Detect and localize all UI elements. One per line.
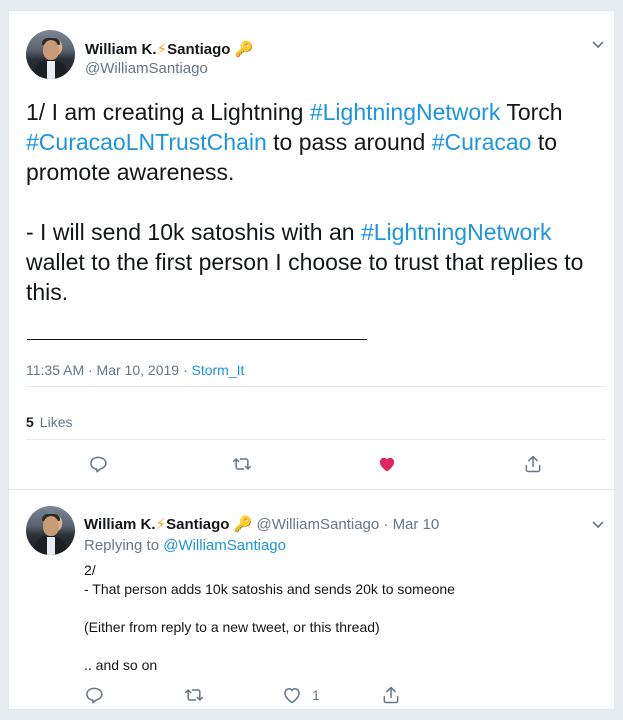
- retweet-icon: [184, 689, 204, 701]
- key-emoji-icon: 🔑: [234, 41, 254, 58]
- avatar[interactable]: [26, 506, 75, 555]
- key-emoji-icon: 🔑: [233, 516, 253, 533]
- divider: [26, 439, 606, 440]
- heart-icon: [379, 457, 395, 472]
- hashtag-link[interactable]: #LightningNetwork: [310, 99, 501, 125]
- retweet-button[interactable]: [183, 684, 205, 706]
- reply-text: 2/ - That person adds 10k satoshis and s…: [84, 562, 455, 673]
- divider: [26, 386, 606, 387]
- share-button[interactable]: [522, 453, 544, 475]
- source-app-link[interactable]: Storm_It: [192, 362, 245, 378]
- replying-to-link[interactable]: @WilliamSantiago: [163, 537, 286, 554]
- share-button[interactable]: [380, 684, 402, 706]
- hashtag-link[interactable]: #LightningNetwork: [361, 219, 552, 245]
- reply-handle-date[interactable]: @WilliamSantiago · Mar 10: [252, 516, 439, 533]
- hashtag-link[interactable]: #Curacao: [432, 129, 532, 155]
- chevron-down-icon[interactable]: [591, 37, 605, 51]
- likes-count[interactable]: 5 Likes: [26, 414, 72, 430]
- reply-author-line[interactable]: William K.⚡Santiago 🔑 @WilliamSantiago ·…: [84, 515, 439, 533]
- tweet-timestamp[interactable]: 11:35 AM · Mar 10, 2019 · Storm_It: [26, 362, 244, 378]
- lightning-emoji-icon: ⚡: [156, 41, 168, 58]
- share-icon: [525, 455, 541, 473]
- reply-button[interactable]: [87, 453, 109, 475]
- like-button[interactable]: [376, 453, 398, 475]
- reply-icon: [86, 687, 103, 704]
- author-handle[interactable]: @WilliamSantiago: [85, 60, 208, 77]
- thread-divider: [9, 489, 614, 490]
- hashtag-link[interactable]: #CuracaoLNTrustChain: [26, 129, 267, 155]
- tweet-thread-card: William K.⚡Santiago 🔑 @WilliamSantiago 1…: [8, 10, 615, 710]
- retweet-button[interactable]: [231, 453, 253, 475]
- lightning-emoji-icon: ⚡: [155, 516, 167, 533]
- like-count: 1: [312, 687, 320, 703]
- heart-icon: [284, 687, 300, 704]
- main-tweet: William K.⚡Santiago 🔑 @WilliamSantiago 1…: [9, 11, 614, 489]
- text-underline-rule: [27, 339, 367, 340]
- reply-tweet[interactable]: William K.⚡Santiago 🔑 @WilliamSantiago ·…: [9, 491, 614, 709]
- retweet-icon: [232, 458, 252, 470]
- share-icon: [383, 686, 399, 704]
- author-display-name[interactable]: William K.⚡Santiago 🔑: [85, 40, 253, 58]
- chevron-down-icon[interactable]: [591, 517, 605, 531]
- reply-icon: [90, 456, 107, 473]
- reply-button[interactable]: [83, 684, 105, 706]
- tweet-text: 1/ I am creating a Lightning #LightningN…: [26, 99, 584, 305]
- replying-to: Replying to @WilliamSantiago: [84, 537, 286, 554]
- avatar[interactable]: [26, 30, 75, 79]
- like-button[interactable]: [281, 684, 303, 706]
